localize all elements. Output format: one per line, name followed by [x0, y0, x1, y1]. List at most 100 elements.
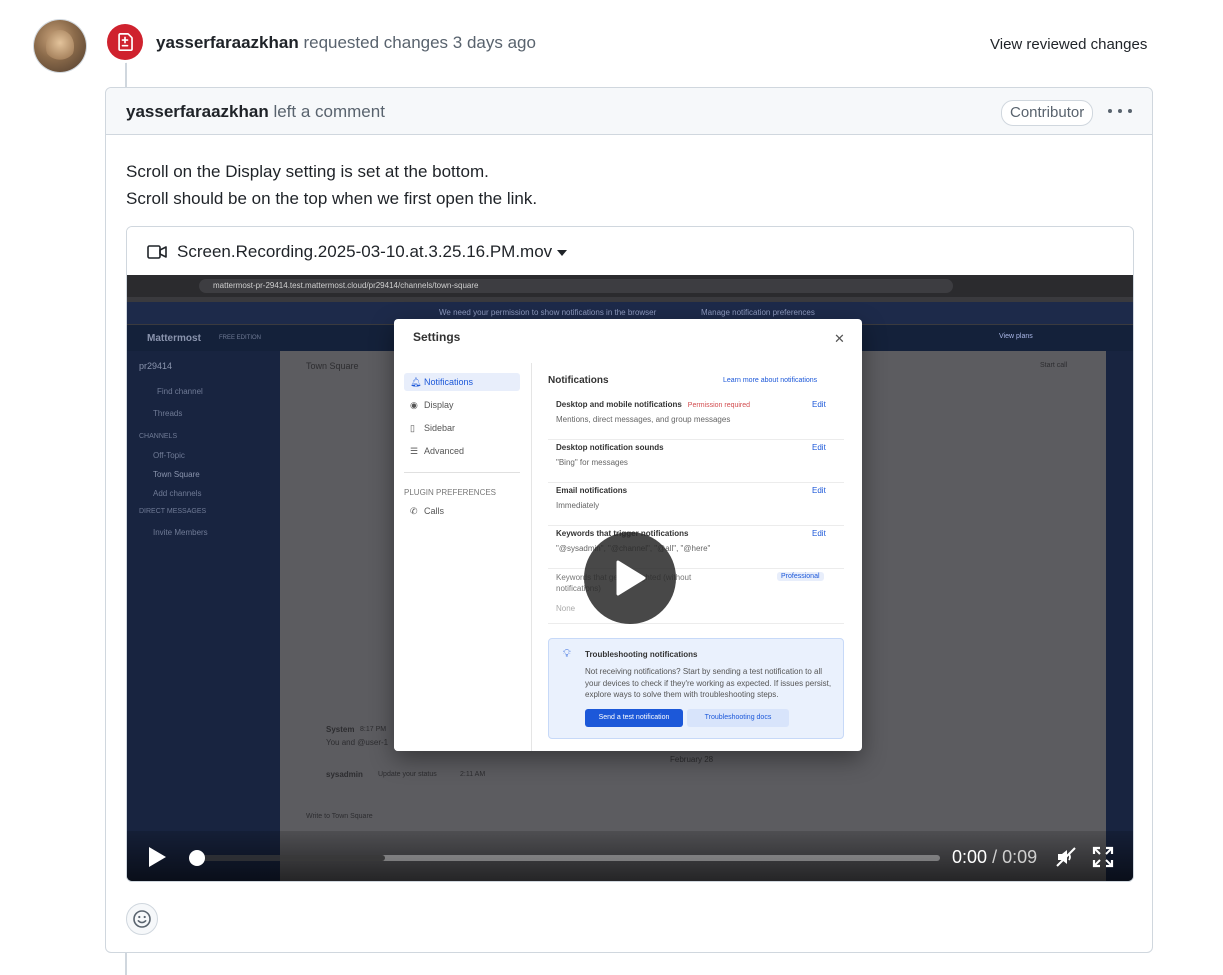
time-display: 0:00 / 0:09 — [952, 847, 1037, 868]
eye-icon: ◉ — [410, 400, 418, 410]
nav-label: Calls — [424, 506, 445, 516]
sliders-icon: ☰ — [410, 446, 419, 456]
browser-url: mattermost-pr-29414.test.mattermost.clou… — [199, 279, 953, 293]
mattermost-right-bar — [1106, 351, 1133, 881]
video-controls: 0:00 / 0:09 — [127, 831, 1133, 881]
setting-title: Email notifications — [556, 486, 628, 495]
play-icon[interactable] — [149, 847, 166, 867]
mattermost-sidebar: pr29414 Find channel Threads CHANNELS Of… — [127, 351, 280, 881]
system-time: 8:17 PM — [360, 726, 387, 733]
start-call: Start call — [1040, 362, 1068, 369]
view-reviewed-changes-button[interactable]: View reviewed changes — [990, 36, 1147, 53]
comment-body: Scroll on the Display setting is set at … — [126, 158, 537, 212]
edit-link: Edit — [812, 443, 826, 452]
nav-label: Sidebar — [424, 423, 456, 433]
nav-item-advanced: ☰ Advanced — [404, 442, 520, 460]
time-separator: / — [992, 847, 998, 867]
video-attachment: Screen.Recording.2025-03-10.at.3.25.16.P… — [126, 226, 1134, 882]
setting-row: Desktop and mobile notifications Permissi… — [548, 396, 844, 440]
video-player[interactable]: mattermost-pr-29414.test.mattermost.clou… — [127, 275, 1133, 881]
changes-requested-icon — [107, 24, 143, 60]
setting-row: Email notifications Immediately Edit — [548, 482, 844, 526]
review-author-link[interactable]: yasserfaraazkhan — [156, 33, 299, 52]
add-channels: Add channels — [153, 489, 202, 498]
edit-link: Edit — [812, 529, 826, 538]
attachment-filename[interactable]: Screen.Recording.2025-03-10.at.3.25.16.P… — [177, 242, 552, 262]
troubleshooting-title: Troubleshooting notifications — [585, 650, 698, 659]
channel-item: Off-Topic — [153, 451, 185, 460]
notice-button: Manage notification preferences — [701, 308, 815, 317]
duration: 0:09 — [1002, 847, 1038, 867]
setting-desc: None — [556, 604, 576, 613]
browser-chrome: mattermost-pr-29414.test.mattermost.clou… — [127, 275, 1133, 297]
play-icon — [616, 560, 646, 596]
date-divider: February 28 — [670, 755, 714, 764]
content-title: Notifications — [548, 375, 609, 386]
phone-icon: ✆ — [410, 506, 418, 516]
buffered-bar — [195, 855, 385, 861]
attachment-header[interactable]: Screen.Recording.2025-03-10.at.3.25.16.P… — [127, 227, 1133, 275]
progress-slider[interactable] — [189, 850, 940, 866]
big-play-button[interactable] — [584, 532, 676, 624]
scrubber-handle[interactable] — [189, 850, 205, 866]
review-header: yasserfaraazkhan requested changes 3 day… — [156, 33, 536, 53]
contributor-badge: Contributor — [1001, 100, 1094, 126]
message-input-placeholder: Write to Town Square — [306, 813, 373, 820]
add-reaction-smiley-icon[interactable] — [126, 903, 158, 935]
nav-label: Advanced — [424, 446, 465, 456]
nav-item-notifications: 🔔︎ Notifications — [404, 373, 520, 391]
setting-desc: Mentions, direct messages, and group mes… — [556, 415, 731, 424]
comment-body-line: Scroll on the Display setting is set at … — [126, 162, 489, 181]
video-camera-icon — [147, 245, 167, 259]
troubleshooting-docs-button: Troubleshooting docs — [687, 709, 789, 727]
nav-label: Display — [424, 400, 454, 410]
threads-item: Threads — [153, 409, 183, 418]
setting-desc: Immediately — [556, 501, 600, 510]
current-time: 0:00 — [952, 847, 988, 867]
fullscreen-icon[interactable] — [1092, 846, 1114, 868]
nav-item-display: ◉ Display — [404, 396, 520, 414]
channel-title: Town Square — [306, 361, 359, 371]
dm-header: DIRECT MESSAGES — [139, 508, 207, 515]
muted-speaker-icon[interactable] — [1055, 846, 1077, 868]
edit-link: Edit — [812, 400, 826, 409]
sidebar-icon: ▯ — [410, 423, 415, 433]
permission-required-badge: Permission required — [687, 402, 751, 409]
channels-header: CHANNELS — [139, 433, 178, 440]
system-name: System — [326, 725, 355, 734]
comment-author-line: yasserfaraazkhan left a comment — [126, 102, 385, 122]
troubleshooting-desc: Not receiving notifications? Start by se… — [585, 667, 832, 699]
bell-icon: 🔔︎ — [410, 377, 422, 387]
user-time: 2:11 AM — [460, 771, 486, 778]
find-channel: Find channel — [157, 387, 203, 396]
comment-action: left a comment — [273, 102, 385, 121]
avatar[interactable] — [34, 20, 86, 72]
nav-label: Notifications — [424, 377, 474, 387]
edit-link: Edit — [812, 486, 826, 495]
nav-item-calls: ✆ Calls — [404, 502, 520, 520]
view-plans: View plans — [999, 333, 1033, 340]
review-action: requested changes — [303, 33, 449, 52]
nav-divider — [404, 472, 520, 473]
user-status: Update your status — [378, 771, 437, 778]
team-name: pr29414 — [139, 361, 173, 371]
comment-author-link[interactable]: yasserfaraazkhan — [126, 102, 269, 121]
system-message: You and @user-1 — [326, 738, 389, 747]
channel-item: Town Square — [153, 470, 200, 479]
attachment-dropdown-caret-icon[interactable] — [557, 250, 567, 256]
troubleshooting-panel: 💡︎ Troubleshooting notifications Not rec… — [548, 638, 844, 739]
send-test-notification-button: Send a test notification — [585, 709, 683, 727]
plugin-preferences-header: PLUGIN PREFERENCES — [404, 488, 497, 497]
mattermost-logo: Mattermost — [147, 333, 201, 344]
notice-text: We need your permission to show notifica… — [439, 308, 657, 317]
comment-options-kebab-icon[interactable] — [1108, 100, 1132, 122]
invite-members: Invite Members — [153, 528, 208, 537]
review-time[interactable]: 3 days ago — [453, 33, 536, 52]
setting-desc: "Bing" for messages — [556, 458, 628, 467]
lightbulb-icon: 💡︎ — [563, 648, 571, 660]
nav-item-sidebar: ▯ Sidebar — [404, 419, 520, 437]
comment-body-line: Scroll should be on the top when we firs… — [126, 189, 538, 208]
settings-nav: 🔔︎ Notifications ◉ Display ▯ Sidebar ☰ Advan… — [394, 363, 532, 751]
learn-more-link: Learn more about notifications — [723, 377, 818, 384]
comment-box: yasserfaraazkhan left a comment Contribu… — [105, 87, 1153, 953]
